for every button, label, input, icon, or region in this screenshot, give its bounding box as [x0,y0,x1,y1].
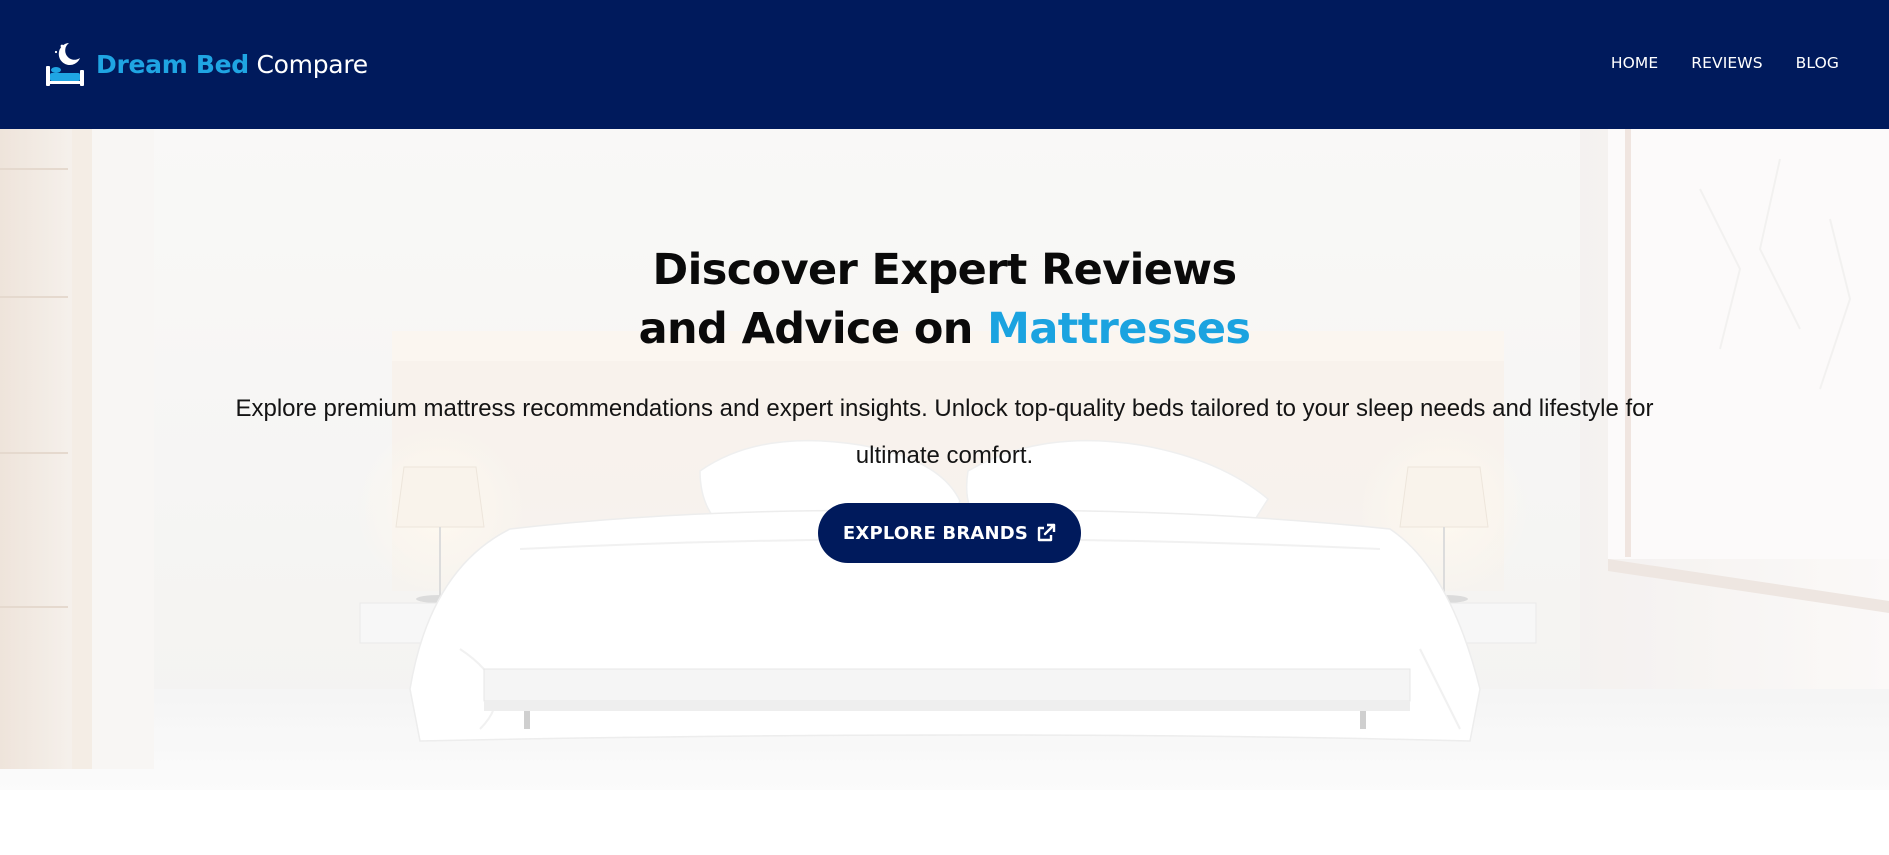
explore-brands-button[interactable]: EXPLORE BRANDS [818,503,1081,563]
nav-link-home[interactable]: HOME [1611,54,1658,72]
hero-description: Explore premium mattress recommendations… [235,395,1654,469]
nav-link-blog[interactable]: BLOG [1796,54,1839,72]
hero-title-line2: and Advice on [638,304,988,354]
hero-title: Discover Expert Reviews and Advice on Ma… [0,241,1889,359]
hero-title-line1: Discover Expert Reviews [652,245,1238,295]
main-nav: HOME REVIEWS BLOG [1611,54,1839,72]
logo-wordmark: Dream Bed Compare [96,52,368,77]
site-header: Dream Bed Compare HOME REVIEWS BLOG [0,0,1889,129]
hero-content: Discover Expert Reviews and Advice on Ma… [0,129,1889,790]
nav-link-reviews[interactable]: REVIEWS [1691,54,1762,72]
bed-moon-logo-icon [46,43,84,86]
hero-title-accent: Mattresses [987,304,1251,354]
site-logo[interactable]: Dream Bed Compare [42,40,368,88]
external-link-icon [1037,523,1056,542]
explore-brands-label: EXPLORE BRANDS [842,522,1029,544]
logo-brand-text: Dream Bed [96,49,249,79]
logo-rest-text: Compare [256,49,369,79]
hero-section: Discover Expert Reviews and Advice on Ma… [0,129,1889,790]
